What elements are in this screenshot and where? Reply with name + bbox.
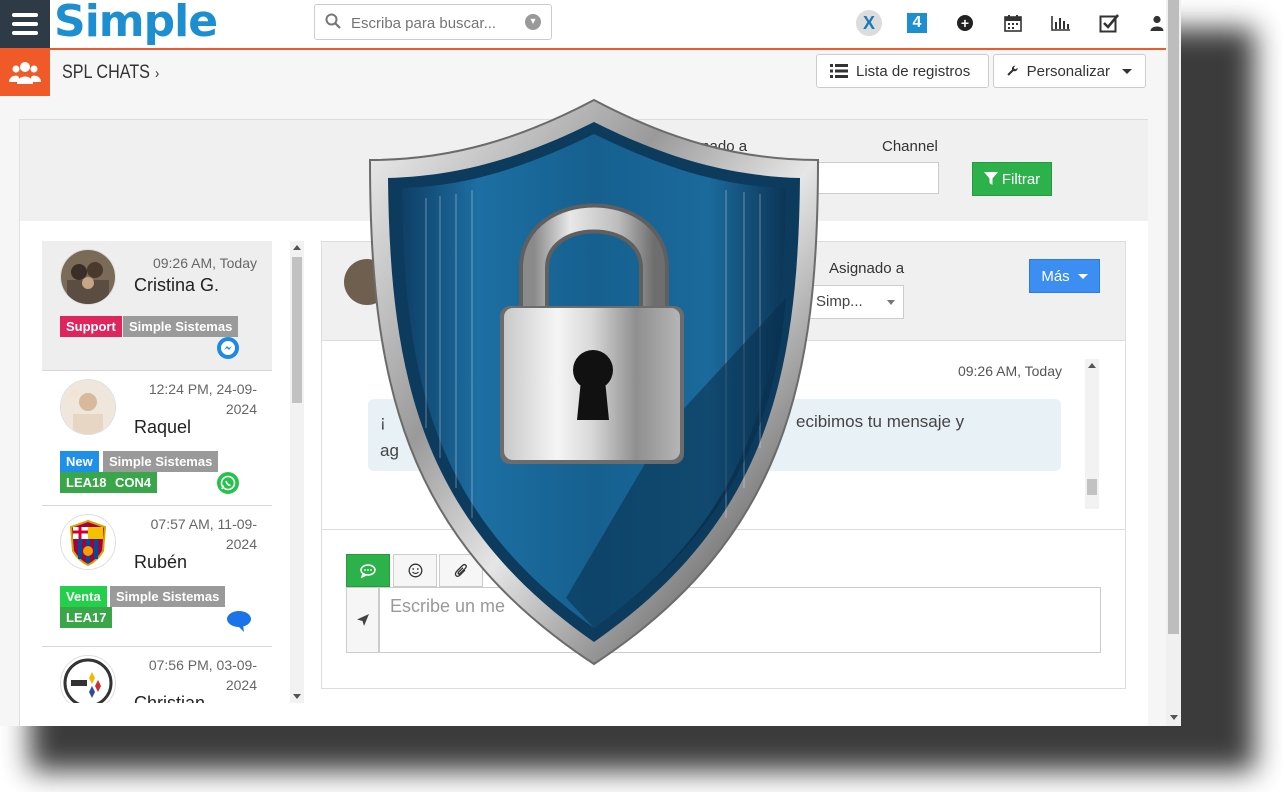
app-logo[interactable]: Simple — [54, 0, 218, 47]
hamburger-line — [12, 22, 38, 26]
chat-bubble-icon — [226, 609, 251, 632]
calendar-icon[interactable] — [989, 10, 1037, 36]
plus-circle-icon[interactable]: + — [941, 10, 989, 36]
filter-icon — [983, 172, 998, 185]
message-time: 09:26 AM, Today — [957, 363, 1062, 379]
tag-badge: Simple Sistemas — [103, 451, 219, 472]
scroll-thumb[interactable] — [1087, 479, 1097, 495]
tag-badge: Simple Sistemas — [123, 316, 239, 337]
channel-filter-label: Channel — [882, 138, 938, 155]
filter-button-label: Filtrar — [1001, 170, 1041, 188]
chat-time-line: 12:24 PM, 24-09- — [148, 381, 257, 397]
tag-badge: LEA18 — [60, 472, 113, 493]
chat-contact-name: Christian — [134, 693, 206, 703]
chat-time-line: 2024 — [225, 536, 257, 552]
chat-list-scrollbar[interactable] — [290, 241, 304, 703]
x-app-icon[interactable]: X — [845, 10, 893, 36]
scroll-thumb[interactable] — [292, 257, 302, 403]
messages-scrollbar[interactable] — [1085, 359, 1099, 509]
chat-time: 07:57 AM, 11-09- 2024 — [142, 514, 257, 554]
scroll-down-icon[interactable] — [1170, 715, 1178, 720]
chat-time-line: 07:57 AM, 11-09- — [150, 516, 257, 532]
hamburger-line — [12, 31, 38, 35]
scroll-up-icon[interactable] — [293, 245, 301, 250]
security-shield-icon — [368, 98, 820, 666]
filter-button[interactable]: Filtrar — [972, 162, 1052, 196]
records-list-label: Lista de registros — [856, 62, 971, 80]
top-navbar: Simple ▾ X 4 + — [0, 0, 1166, 50]
avatar — [60, 379, 116, 435]
tag-badge: CON4 — [109, 472, 158, 493]
page-title: SPL CHATS — [62, 62, 150, 83]
assigned-label: Asignado a — [829, 260, 905, 277]
chat-list-item[interactable]: 12:24 PM, 24-09- 2024 Raquel New Simple S… — [42, 371, 272, 506]
caret-down-icon — [1122, 68, 1132, 74]
chat-time-line: 2024 — [225, 401, 257, 417]
tag-badge: Support — [60, 316, 122, 337]
tag-badge: Simple Sistemas — [110, 586, 226, 607]
chat-time: 07:56 PM, 03-09- 2024 — [142, 655, 257, 695]
chat-time: 12:24 PM, 24-09- 2024 — [142, 379, 257, 419]
menu-toggle-button[interactable] — [0, 0, 50, 48]
customize-button[interactable]: Personalizar — [993, 54, 1146, 88]
avatar — [60, 655, 116, 703]
chat-time-line: 07:56 PM, 03-09- — [148, 657, 257, 673]
chat-time-line: 2024 — [225, 677, 257, 693]
more-button[interactable]: Más — [1029, 259, 1100, 293]
checkbox-icon[interactable] — [1085, 10, 1133, 36]
sub-header: SPL CHATS › Lista de registros Personaliz… — [0, 50, 1166, 96]
four-app-icon[interactable]: 4 — [893, 10, 941, 36]
chevron-right-icon: › — [155, 65, 160, 82]
more-button-label: Más — [1041, 267, 1070, 285]
chat-time: 09:26 AM, Today — [152, 255, 257, 271]
chat-list-item[interactable]: 07:56 PM, 03-09- 2024 Christian — [42, 647, 272, 703]
hamburger-line — [12, 13, 38, 17]
scroll-thumb[interactable] — [1168, 0, 1179, 634]
scroll-down-icon[interactable] — [293, 694, 301, 699]
users-icon — [0, 50, 50, 96]
list-icon — [830, 64, 848, 78]
top-icon-bar: X 4 + — [845, 10, 1181, 36]
chat-contact-name: Rubén — [134, 552, 188, 572]
chat-list-item[interactable]: 09:26 AM, Today Cristina G. Support Simp… — [42, 241, 272, 371]
page-scrollbar[interactable] — [1166, 0, 1181, 726]
wrench-icon — [1007, 65, 1018, 76]
chat-contact-name: Raquel — [134, 417, 192, 437]
chat-list: 09:26 AM, Today Cristina G. Support Simp… — [42, 241, 272, 703]
breadcrumb[interactable]: SPL CHATS › — [62, 62, 159, 84]
whatsapp-icon — [217, 472, 239, 494]
search-icon — [325, 13, 341, 29]
chevron-down-icon[interactable]: ▾ — [525, 14, 541, 30]
tag-badge: New — [60, 451, 99, 472]
four-app-label: 4 — [907, 13, 927, 33]
x-app-label: X — [856, 10, 882, 36]
avatar — [60, 249, 116, 305]
global-search[interactable]: ▾ — [314, 4, 552, 40]
assigned-select-value: Simp... — [816, 293, 863, 310]
chat-contact-name: Cristina G. — [134, 275, 220, 295]
chevron-down-icon — [887, 300, 895, 305]
avatar — [60, 514, 116, 570]
messenger-icon — [217, 337, 239, 359]
bar-chart-icon[interactable] — [1037, 10, 1085, 36]
search-input[interactable] — [349, 11, 523, 35]
assigned-select[interactable]: Simp... — [809, 285, 904, 319]
records-list-button[interactable]: Lista de registros — [816, 54, 989, 88]
tag-badge: Venta — [60, 586, 107, 607]
chat-list-item[interactable]: 07:57 AM, 11-09- 2024 Rubén Venta Simple … — [42, 506, 272, 647]
channel-filter-input[interactable] — [810, 162, 939, 194]
caret-down-icon — [1077, 273, 1088, 279]
tag-badge: LEA17 — [60, 607, 113, 628]
scroll-up-icon[interactable] — [1088, 363, 1096, 368]
customize-label: Personalizar — [1026, 62, 1110, 80]
